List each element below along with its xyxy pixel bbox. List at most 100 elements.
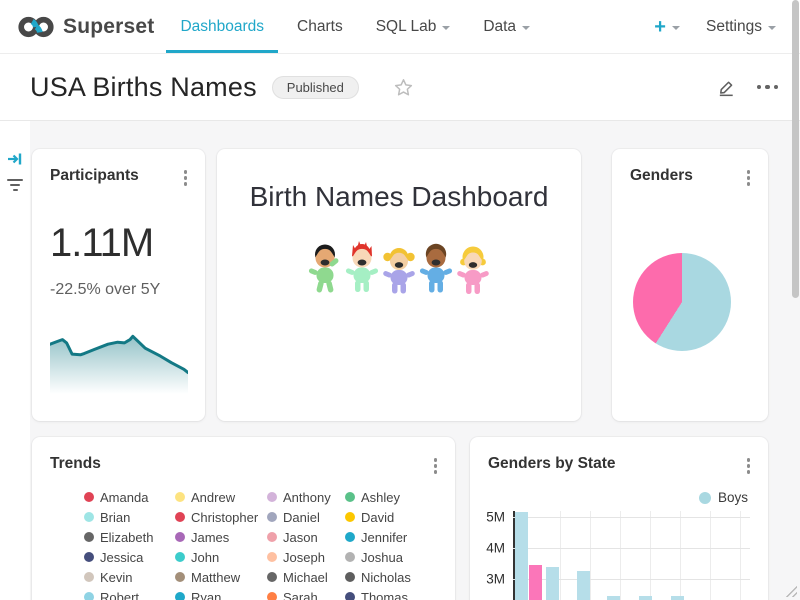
trends-legend: Amanda Andrew Anthony Ashley BrianChristophe… [84,487,445,600]
more-actions-button[interactable] [757,85,779,90]
legend-item[interactable]: Sarah [267,587,345,600]
legend-label: Jennifer [361,530,407,545]
nav-tab-data[interactable]: Data [469,0,544,53]
legend-item[interactable]: Joshua [345,547,445,567]
legend-dot [175,492,185,502]
genders-by-state-card: Genders by State Boys 5M4M3M [470,437,768,600]
legend-dot [345,572,355,582]
chart-menu-button[interactable] [743,167,755,189]
participants-trend-chart [50,331,188,397]
legend-label: Sarah [283,590,318,600]
plus-icon: + [654,17,666,37]
chevron-down-icon [768,26,776,30]
legend-dot [267,532,277,542]
legend-item[interactable]: Anthony [267,487,345,507]
legend-item[interactable]: Thomas [345,587,445,600]
legend-item[interactable]: Elizabeth [84,527,175,547]
infinity-logo-icon [16,13,56,41]
bar-boys[interactable] [577,571,590,600]
superset-logo[interactable]: Superset [16,0,154,53]
big-number-subheader: -22.5% over 5Y [50,281,160,299]
boys-legend-item[interactable]: Boys [699,490,748,505]
bar-boys[interactable] [607,596,620,600]
status-badge[interactable]: Published [272,76,359,99]
chart-menu-button[interactable] [743,455,755,477]
legend-item[interactable]: Christopher [175,507,267,527]
genders-pie[interactable] [633,253,731,351]
legend-dot [175,552,185,562]
legend-dot [267,592,277,600]
bar-boys[interactable] [515,512,528,600]
scrollbar-thumb[interactable] [792,0,799,298]
legend-item[interactable]: James [175,527,267,547]
dashboard-title-bar: USA Births Names Published [0,54,800,121]
filter-list-icon[interactable] [7,179,23,191]
bar-boys[interactable] [546,567,559,600]
legend-dot [267,572,277,582]
chart-menu-button[interactable] [180,167,192,189]
filter-rail [0,121,30,600]
legend-item[interactable]: Jessica [84,547,175,567]
chevron-down-icon [442,26,450,30]
legend-item[interactable]: Michael [267,567,345,587]
legend-item[interactable]: Daniel [267,507,345,527]
legend-item[interactable]: David [345,507,445,527]
new-button[interactable]: + [654,17,680,37]
legend-label: Jessica [100,550,143,565]
favorite-star-button[interactable] [393,77,414,98]
bar-boys[interactable] [639,596,652,600]
edit-dashboard-button[interactable] [716,77,737,98]
settings-menu[interactable]: Settings [706,18,776,36]
nav-tab-label: SQL Lab [376,18,437,36]
legend-dot [84,592,94,600]
settings-label: Settings [706,18,762,36]
nav-tab-dashboards[interactable]: Dashboards [166,0,278,53]
legend-item[interactable]: Andrew [175,487,267,507]
legend-label: Daniel [283,510,320,525]
legend-dot [175,532,185,542]
legend-item[interactable]: Robert [84,587,175,600]
legend-label: Andrew [191,490,235,505]
legend-item[interactable]: Kevin [84,567,175,587]
y-axis-tick: 5M [486,510,505,525]
legend-label: Matthew [191,570,240,585]
legend-dot [345,512,355,522]
expand-filter-bar-button[interactable] [7,152,23,171]
legend-item[interactable]: Jennifer [345,527,445,547]
legend-label: Robert [100,590,139,600]
navbar: Superset Dashboards Charts SQL Lab Data … [0,0,800,54]
v-gridline [680,511,681,600]
kids-illustration [308,240,490,298]
trends-card: Trends AmandaAndrewAnthonyAshleyBrianChr… [32,437,455,600]
legend-dot [84,492,94,502]
legend-label: John [191,550,219,565]
legend-item[interactable]: Matthew [175,567,267,587]
big-number-value: 1.11M [50,221,153,266]
legend-item[interactable]: John [175,547,267,567]
v-gridline [590,511,591,600]
legend-item[interactable]: Joseph [267,547,345,567]
chevron-down-icon [522,26,530,30]
legend-item[interactable]: Brian [84,507,175,527]
legend-item[interactable]: Jason [267,527,345,547]
v-gridline [710,511,711,600]
chart-menu-button[interactable] [430,455,442,477]
legend-item[interactable]: Ashley [345,487,445,507]
legend-label: Michael [283,570,328,585]
legend-item[interactable]: Ryan [175,587,267,600]
legend-item[interactable]: Amanda [84,487,175,507]
bar-boys[interactable] [671,596,684,600]
legend-dot [267,492,277,502]
legend-dot [175,592,185,600]
boys-legend-dot [699,492,711,504]
nav-tab-charts[interactable]: Charts [283,0,357,53]
bar-girls[interactable] [529,565,542,600]
legend-item[interactable]: Nicholas [345,567,445,587]
v-gridline [740,511,741,600]
v-gridline [620,511,621,600]
legend-label: Ashley [361,490,400,505]
nav-tab-sql-lab[interactable]: SQL Lab [362,0,465,53]
nav-tab-label: Dashboards [180,18,264,36]
legend-dot [84,512,94,522]
legend-label: David [361,510,394,525]
